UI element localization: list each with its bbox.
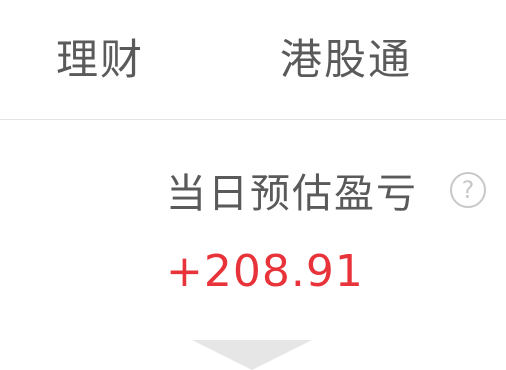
tab-bar: 理财 港股通 — [0, 0, 506, 120]
daily-estimated-pnl-label: 当日预估盈亏 — [166, 171, 418, 217]
tab-ganggutong[interactable]: 港股通 — [280, 30, 412, 90]
tab-licai[interactable]: 理财 — [56, 30, 144, 90]
question-circle-icon[interactable]: ? — [450, 172, 486, 208]
triangle-down-icon[interactable] — [192, 340, 312, 370]
page: 理财 港股通 当日预估盈亏 ? +208.91 — [0, 0, 506, 370]
daily-estimated-pnl-value: +208.91 — [166, 246, 364, 297]
